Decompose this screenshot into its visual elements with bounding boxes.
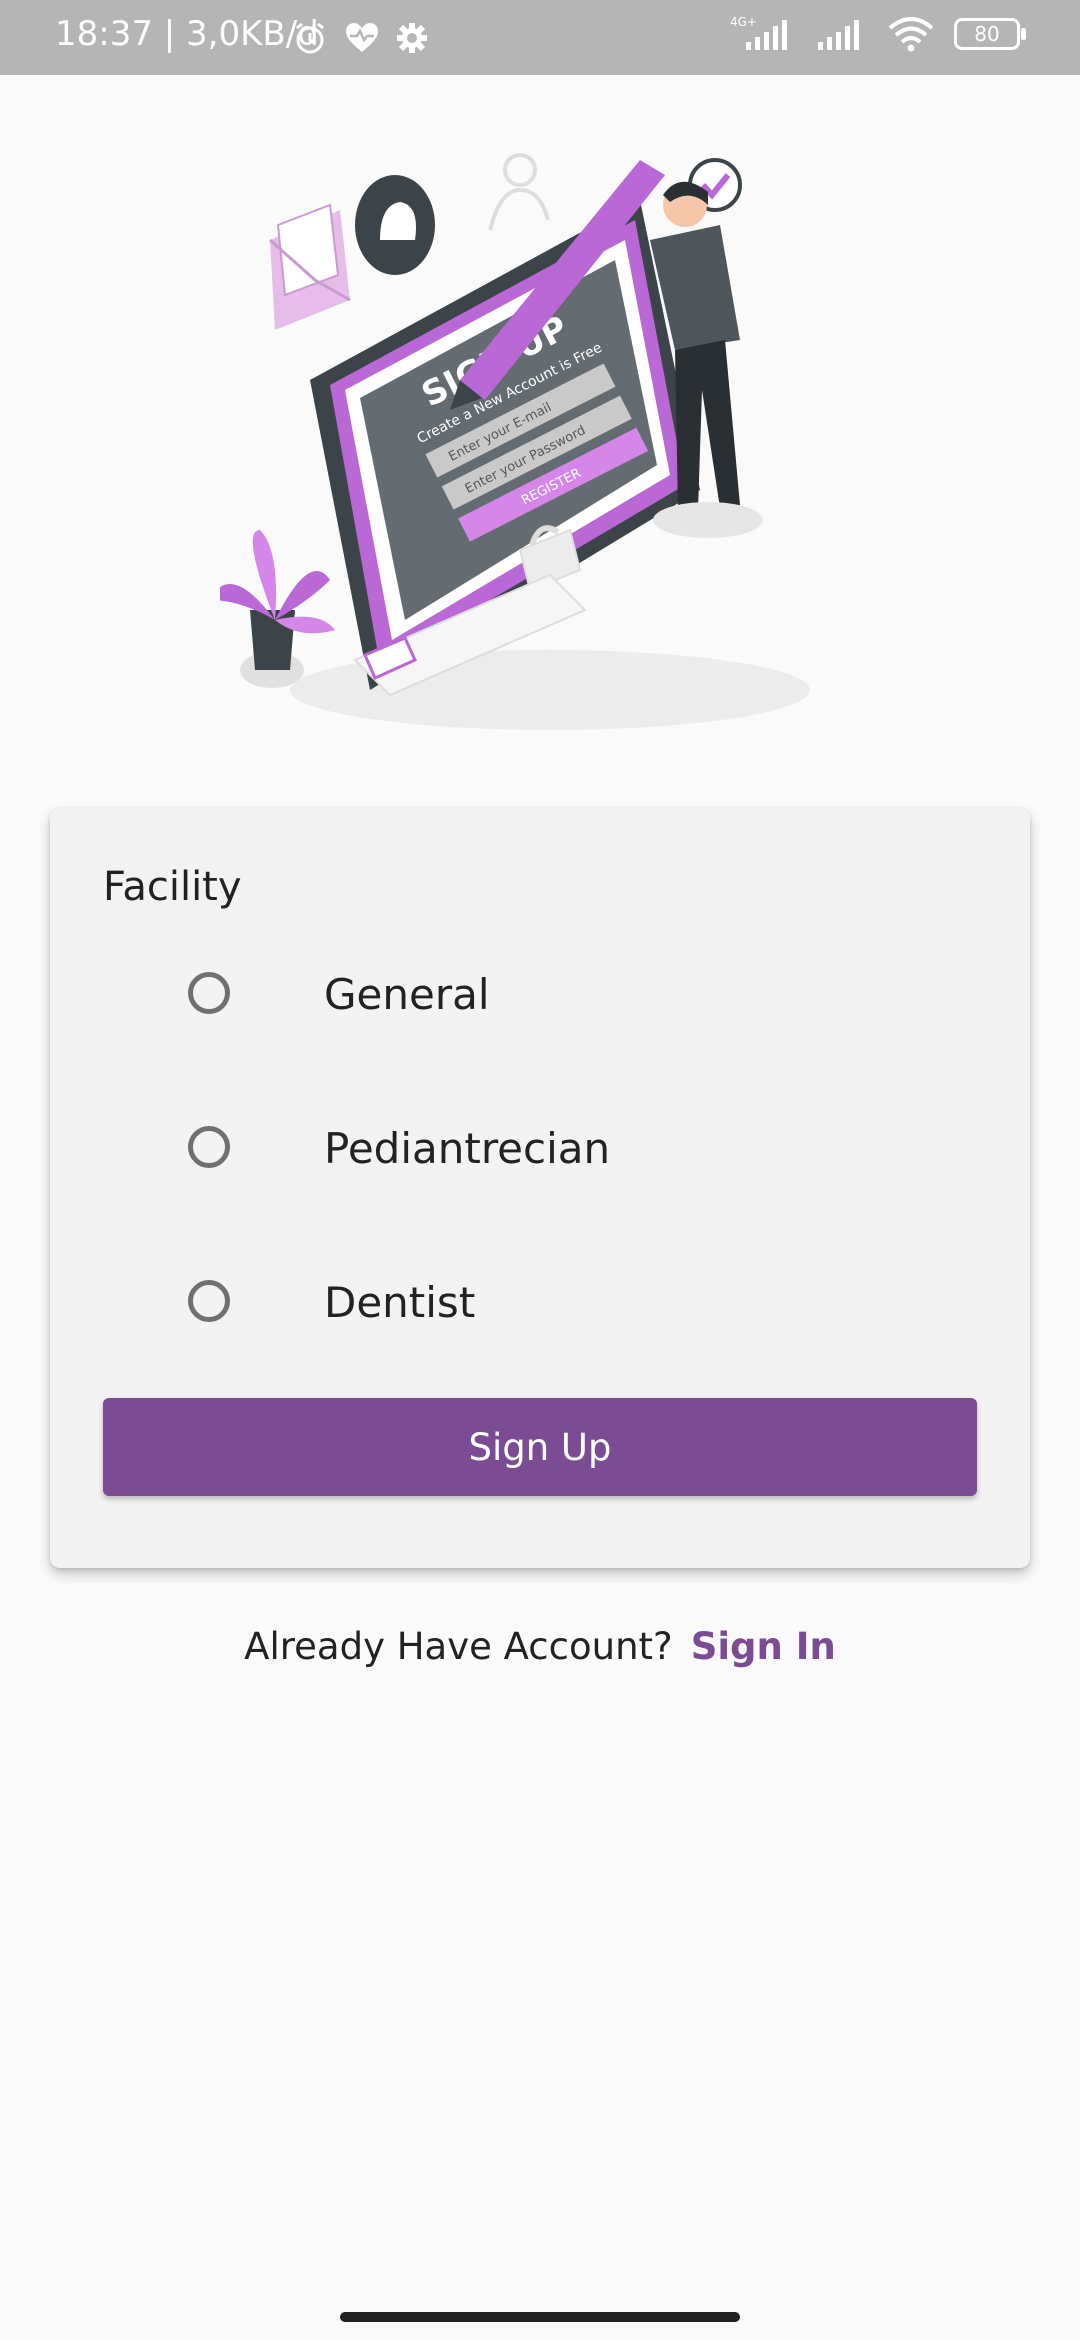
status-right-group: 4G+ 80	[728, 14, 1026, 54]
radio-label: Pediantrecian	[324, 1124, 611, 1173]
facility-title: Facility	[103, 864, 242, 910]
bell-icon	[355, 175, 435, 275]
status-bar: 18:37 | 3,0KB/d 4G+ 80	[0, 0, 1080, 75]
sign-in-prompt: Already Have Account? Sign In	[0, 1625, 1080, 1668]
wifi-icon	[888, 17, 934, 52]
radio-button[interactable]	[188, 1126, 230, 1168]
radio-button[interactable]	[188, 972, 230, 1014]
radio-option-general[interactable]: General	[50, 946, 1030, 1046]
signal-icon	[818, 20, 859, 50]
signup-illustration: SIGN UP Create a New Account is Free Ent…	[220, 153, 810, 730]
envelope-icon	[269, 203, 351, 330]
already-have-account-text: Already Have Account?	[244, 1625, 673, 1668]
heart-icon	[346, 23, 378, 52]
radio-label: General	[324, 970, 490, 1019]
radio-option-dentist[interactable]: Dentist	[50, 1254, 1030, 1354]
plant-icon	[220, 530, 335, 688]
alarm-icon	[296, 22, 324, 54]
status-time: 18:37 | 3,0KB/d	[55, 14, 319, 54]
radio-option-pediantrecian[interactable]: Pediantrecian	[50, 1100, 1030, 1200]
radio-label: Dentist	[324, 1278, 476, 1327]
battery-icon: 80	[954, 18, 1026, 50]
home-indicator[interactable]	[340, 2312, 740, 2322]
signal-icon: 4G+	[730, 15, 787, 50]
facility-card: Facility General Pediantrecian Dentist S…	[50, 808, 1030, 1568]
network-type-label: 4G+	[730, 15, 757, 29]
sign-in-link[interactable]: Sign In	[691, 1625, 836, 1668]
user-icon	[488, 153, 550, 231]
gear-icon	[397, 23, 427, 53]
radio-button[interactable]	[188, 1280, 230, 1322]
sign-up-button[interactable]: Sign Up	[103, 1398, 977, 1496]
